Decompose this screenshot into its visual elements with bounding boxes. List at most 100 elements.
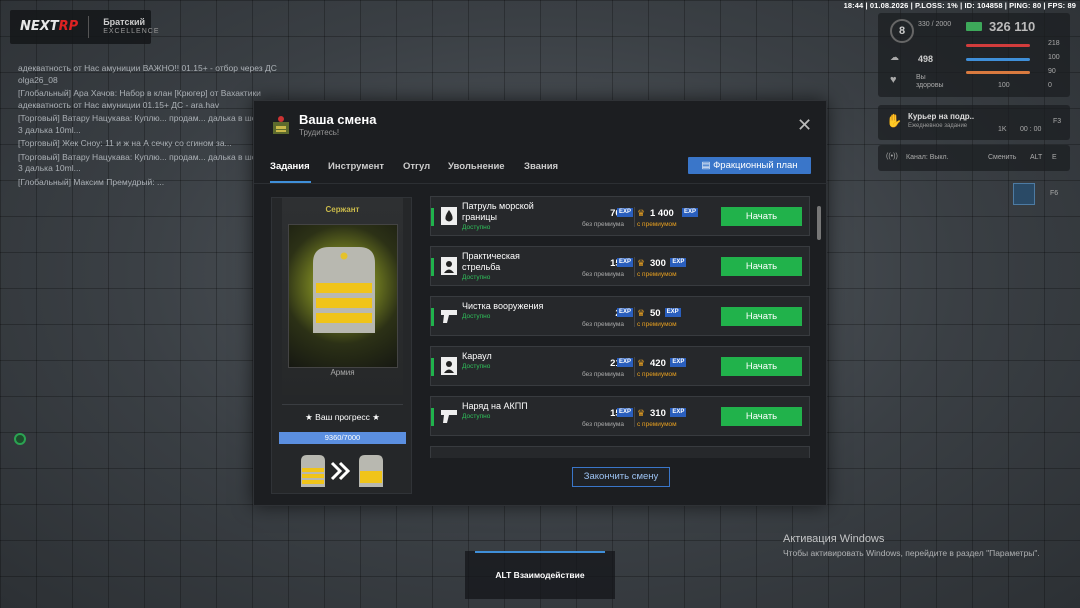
tab-day-off[interactable]: Отгул <box>403 161 430 172</box>
start-task-button[interactable]: Начать <box>721 207 802 226</box>
start-task-button[interactable]: Начать <box>721 407 802 426</box>
crown-icon: ♛ <box>637 358 646 368</box>
top-status-line: 18:44 | 01.08.2026 | P.LOSS: 1% | ID: 10… <box>843 1 1076 10</box>
stat-100: 100 <box>1048 54 1060 61</box>
start-task-button[interactable]: Начать <box>721 257 802 276</box>
premium-label: с премиумом <box>637 321 677 328</box>
tab-tools[interactable]: Инструмент <box>328 161 384 172</box>
exp-tag: EXP <box>670 258 687 267</box>
brand-logo: NEXTRP <box>10 16 90 38</box>
chat-line: [Глобальный] Ара Хачов: Набор в клан [Кр… <box>18 88 261 110</box>
radio-icon: ((•)) <box>886 153 898 160</box>
exp-premium: 1 400 <box>650 208 674 219</box>
chat-line: [Глобальный] Максим Премудрый: ... <box>18 176 165 187</box>
courier-quest <box>878 105 1070 140</box>
dialog-subtitle: Трудитесь! <box>299 128 340 137</box>
exp-tag: EXP <box>670 408 687 417</box>
start-task-button[interactable]: Начать <box>721 307 802 326</box>
tab-dismissal[interactable]: Увольнение <box>448 161 505 172</box>
divider <box>634 307 635 327</box>
channel-status: Канал: Выкл. <box>906 154 949 161</box>
task-status: Доступно <box>462 274 491 281</box>
interaction-hint: ALT Взаимодействие <box>465 551 615 599</box>
windows-activation-title: Активация Windows <box>783 533 885 545</box>
active-tab-underline <box>270 181 311 183</box>
gun-icon <box>441 310 457 323</box>
divider <box>634 407 635 427</box>
key-e: E <box>1052 154 1057 161</box>
exp-premium: 420 <box>650 358 666 369</box>
progress-bar: 9360/7000 <box>279 432 406 444</box>
task-row: Чистка вооруженияДоступно25EXPбез премиу… <box>430 296 810 336</box>
tabs-divider <box>254 183 828 184</box>
heart-icon: ♥ <box>890 74 897 86</box>
task-name: Патруль морской границы <box>462 201 534 222</box>
task-list: Патруль морской границыДоступно700EXPбез… <box>430 196 814 458</box>
finish-shift-button[interactable]: Закончить смену <box>572 467 670 487</box>
tab-tasks[interactable]: Задания <box>270 161 310 172</box>
stat-0: 0 <box>1048 82 1052 89</box>
task-row: КараулДоступно210EXPбез премиума♛420EXPс… <box>430 346 810 386</box>
windows-activation-text: Чтобы активировать Windows, перейдите в … <box>783 548 1040 558</box>
courier-subtitle: Ежедневное задание <box>908 123 968 129</box>
task-status: Доступно <box>462 224 491 231</box>
chat-line: адекватность от Нас амуниции ВАЖНО!! 01.… <box>18 63 277 85</box>
server-name: Братский <box>103 17 146 27</box>
crown-icon: ♛ <box>637 408 646 418</box>
divider <box>282 404 403 405</box>
document-icon: ▤ <box>701 160 714 171</box>
army-helmet-icon <box>273 116 289 134</box>
minimap-marker <box>14 433 26 445</box>
faction-name: Армия <box>330 368 355 377</box>
crown-icon: ♛ <box>637 308 646 318</box>
rank-insignia <box>288 224 398 368</box>
task-row: Наряд на АКППДоступно155EXPбез премиума♛… <box>430 396 810 436</box>
premium-label: с премиумом <box>637 371 677 378</box>
money-value: 326 110 <box>989 19 1036 34</box>
chat-log: адекватность от Нас амуниции ВАЖНО!! 01.… <box>18 63 288 190</box>
premium-label: с премиумом <box>637 271 677 278</box>
exp-tag: EXP <box>617 208 634 217</box>
courier-icon: ✋ <box>886 113 903 128</box>
task-row: Практическая стрельбаДоступно150EXPбез п… <box>430 246 810 286</box>
exp-premium: 310 <box>650 408 666 419</box>
shoulder-strap-icon <box>313 247 375 333</box>
interact-label: ALT Взаимодействие <box>495 570 585 580</box>
exp-tag: EXP <box>670 358 687 367</box>
premium-label: с премиумом <box>637 221 677 228</box>
target-icon <box>441 257 457 275</box>
stat-218: 218 <box>1048 40 1060 47</box>
tab-ranks[interactable]: Звания <box>524 161 558 172</box>
hunger-bar <box>966 71 1030 74</box>
no-premium-label: без премиума <box>582 321 625 328</box>
value-498: 498 <box>918 54 934 64</box>
task-name: Наряд на АКПП <box>462 401 528 411</box>
chat-line: [Торговый] Ватару Нацукава: Куплю... про… <box>18 151 286 174</box>
no-premium-label: без премиума <box>582 421 625 428</box>
task-status: Доступно <box>462 363 491 370</box>
hint-accent <box>475 551 605 553</box>
exp-tag: EXP <box>617 308 634 317</box>
health-note: Вы здоровы <box>916 74 944 89</box>
inventory-icon[interactable] <box>1013 183 1035 205</box>
task-row <box>430 446 810 458</box>
key-f6: F6 <box>1050 190 1059 197</box>
available-stripe <box>431 208 434 226</box>
exp-small: 330 / 2000 <box>918 21 952 28</box>
exp-premium: 300 <box>650 258 666 269</box>
crown-icon: ♛ <box>637 208 646 218</box>
water-drop-icon <box>441 207 457 225</box>
available-stripe <box>431 358 434 376</box>
stat-90: 90 <box>1048 68 1056 75</box>
close-icon[interactable]: ✕ <box>797 116 812 134</box>
start-task-button[interactable]: Начать <box>721 357 802 376</box>
task-row: Патруль морской границыДоступно700EXPбез… <box>430 196 810 236</box>
premium-label: с премиумом <box>637 421 677 428</box>
task-name: Чистка вооружения <box>462 301 544 311</box>
gun-icon <box>441 410 457 423</box>
rank-upgrade-icon <box>301 455 383 487</box>
faction-plan-button[interactable]: ▤ Фракционный план <box>688 157 811 174</box>
available-stripe <box>431 408 434 426</box>
task-list-scrollbar[interactable] <box>817 206 821 240</box>
task-name: Практическая стрельба <box>462 251 520 272</box>
